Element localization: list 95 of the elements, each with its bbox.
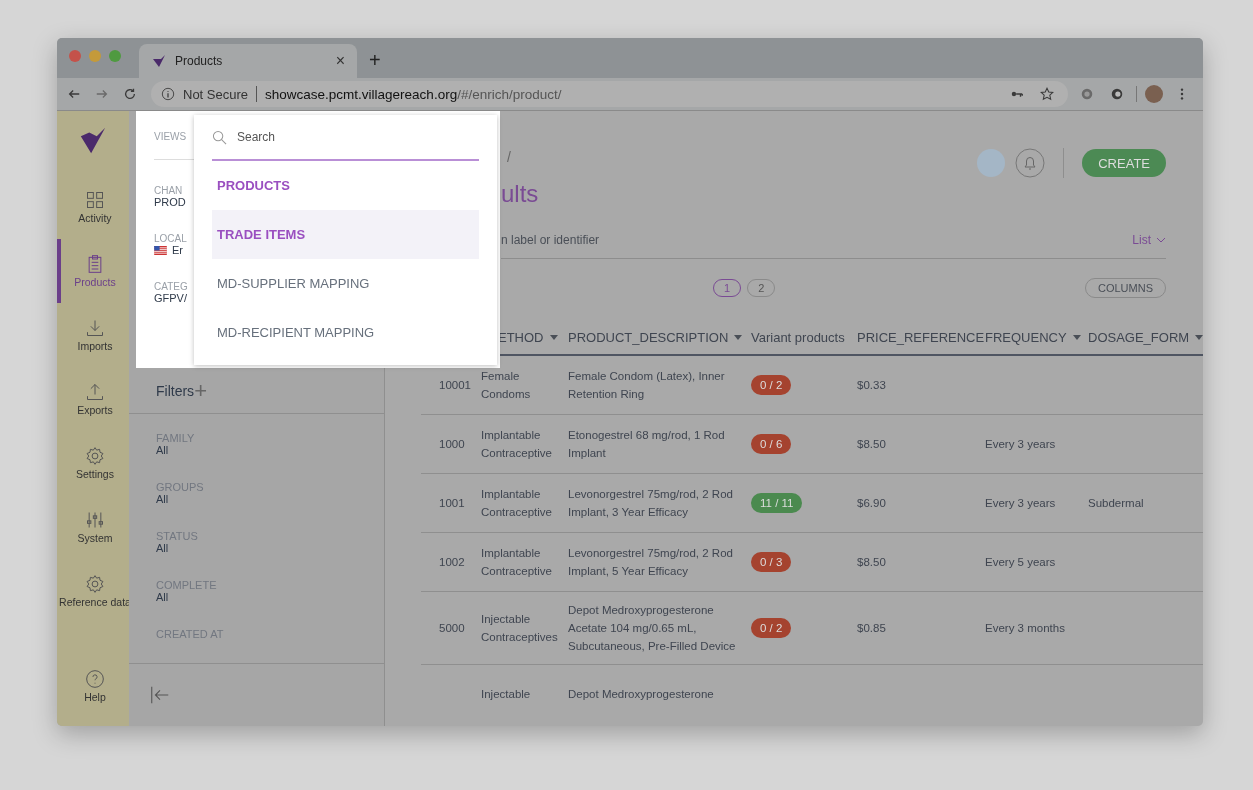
new-tab-button[interactable]: + (357, 49, 393, 78)
table-cell: Levonorgestrel 75mg/rod, 2 Rod Implant, 3 Year Efficacy (568, 488, 733, 518)
table-cell: $8.50 (857, 556, 886, 568)
table-cell: Etonogestrel 68 mg/rod, 1 Rod Implant (568, 429, 725, 459)
back-icon[interactable] (67, 87, 81, 101)
nav-item[interactable]: Settings (57, 431, 129, 495)
section-label: CHAN (154, 185, 184, 196)
profile-avatar[interactable] (1145, 85, 1163, 103)
variant-count-badge: 0 / 2 (751, 375, 792, 395)
view-option[interactable]: TRADE ITEMS (212, 210, 479, 259)
filter-value[interactable]: All (156, 493, 357, 505)
column-header[interactable]: FREQUENCY (985, 329, 1088, 345)
table-cell: $0.33 (857, 379, 886, 391)
column-header[interactable]: PRODUCT_DESCRIPTION (568, 329, 751, 345)
sliders-icon (85, 510, 105, 530)
table-cell: Every 3 years (985, 438, 1056, 450)
view-mode-dropdown[interactable]: List (1132, 233, 1166, 247)
section-label: LOCAL (154, 233, 188, 244)
table-cell: Levonorgestrel 75mg/rod, 2 Rod Implant, 5 Year Efficacy (568, 547, 733, 577)
table-cell: Injectable (481, 688, 531, 700)
view-option[interactable]: MD-SUPPLIER MAPPING (212, 259, 479, 308)
filters-title: Filters (156, 382, 195, 399)
close-window-icon[interactable] (69, 50, 81, 62)
reload-icon[interactable] (123, 87, 137, 101)
table-cell: Every 3 months (985, 622, 1065, 634)
table-cell: Every 5 years (985, 556, 1056, 568)
filter-value[interactable]: All (156, 444, 357, 456)
sort-caret-icon (1195, 334, 1203, 340)
table-cell: 1002 (439, 556, 465, 568)
variant-count-badge: 0 / 6 (751, 434, 792, 454)
section-value: PROD (154, 196, 186, 208)
security-label: Not Secure (183, 86, 249, 102)
variant-count-badge: 11 / 11 (751, 493, 803, 513)
nav-item[interactable]: Activity (57, 175, 129, 239)
extension-icon[interactable] (1110, 87, 1124, 101)
section-value: GFPV/ (154, 292, 187, 304)
info-icon[interactable] (161, 87, 175, 101)
gear-icon (85, 574, 105, 594)
download-icon (85, 318, 105, 338)
table-cell: Every 3 years (985, 497, 1056, 509)
table-cell: Injectable Contraceptives (481, 613, 558, 643)
section-value: Er (172, 244, 183, 256)
nav-item[interactable]: Imports (57, 303, 129, 367)
table-cell: Female Condoms (481, 370, 531, 400)
table-cell: $8.50 (857, 438, 886, 450)
table-cell: Depot Medroxyprogesterone Acetate 104 mg/0.65 mL, Subcutaneous, Pre-Filled Device (568, 604, 736, 652)
address-bar[interactable]: Not Secure showcase.pcmt.villagereach.org/#/enrich/product/ (151, 81, 1068, 107)
tab-title: Products (175, 54, 224, 68)
column-header[interactable]: DOSAGE_FORM (1088, 329, 1203, 345)
sort-caret-icon (1072, 334, 1081, 340)
search-field[interactable]: n label or identifier (501, 233, 600, 247)
table-cell: $6.90 (857, 497, 886, 509)
notifications-bell-icon[interactable] (1015, 148, 1046, 178)
url-text: showcase.pcmt.villagereach.org/#/enrich/product/ (265, 86, 562, 102)
sort-caret-icon (549, 334, 558, 340)
chevron-down-icon (1156, 237, 1166, 243)
filter-value[interactable]: All (156, 542, 357, 554)
table-cell: Implantable Contraceptive (481, 547, 552, 577)
help-nav-item[interactable]: Help (57, 654, 129, 718)
variant-count-badge: 0 / 3 (751, 552, 792, 572)
upload-icon (85, 382, 105, 402)
section-label: CATEG (154, 281, 189, 292)
view-option[interactable]: PRODUCTS (212, 161, 479, 210)
table-cell: 10001 (439, 379, 471, 391)
section-label: VIEWS (154, 131, 188, 142)
table-cell: Implantable Contraceptive (481, 488, 552, 518)
view-option[interactable]: MD-RECIPIENT MAPPING (212, 308, 479, 357)
column-header[interactable]: Variant products (751, 329, 857, 345)
column-header[interactable]: PRICE_REFERENCE (857, 329, 985, 345)
grid-icon (85, 190, 105, 210)
forward-icon[interactable] (95, 87, 109, 101)
collapse-panel-icon[interactable] (149, 684, 171, 706)
table-cell: 1001 (439, 497, 465, 509)
sort-caret-icon (734, 334, 743, 340)
table-cell: Female Condom (Latex), Inner Retention Ring (568, 370, 725, 400)
table-cell: Depot Medroxyprogesterone (568, 688, 714, 700)
table-cell: Subdermal (1088, 497, 1144, 509)
help-icon (85, 669, 105, 689)
gear-icon (85, 446, 105, 466)
nav-item[interactable]: Exports (57, 367, 129, 431)
table-cell: Implantable Contraceptive (481, 429, 552, 459)
table-cell: $0.85 (857, 622, 886, 634)
table-cell: 5000 (439, 622, 465, 634)
table-cell: 1000 (439, 438, 465, 450)
add-filter-button[interactable]: + (194, 377, 207, 404)
create-button[interactable]: CREATE (1082, 149, 1166, 177)
browser-tab[interactable]: Products × (139, 44, 357, 78)
star-icon[interactable] (1040, 87, 1054, 101)
close-tab-button[interactable]: × (335, 52, 345, 70)
page-title: ults (500, 180, 540, 208)
breadcrumb-separator: / (507, 149, 511, 165)
variant-count-badge: 0 / 2 (751, 618, 792, 638)
search-icon (212, 129, 227, 145)
filter-value[interactable]: All (156, 591, 357, 603)
nav-item[interactable]: System (57, 495, 129, 559)
